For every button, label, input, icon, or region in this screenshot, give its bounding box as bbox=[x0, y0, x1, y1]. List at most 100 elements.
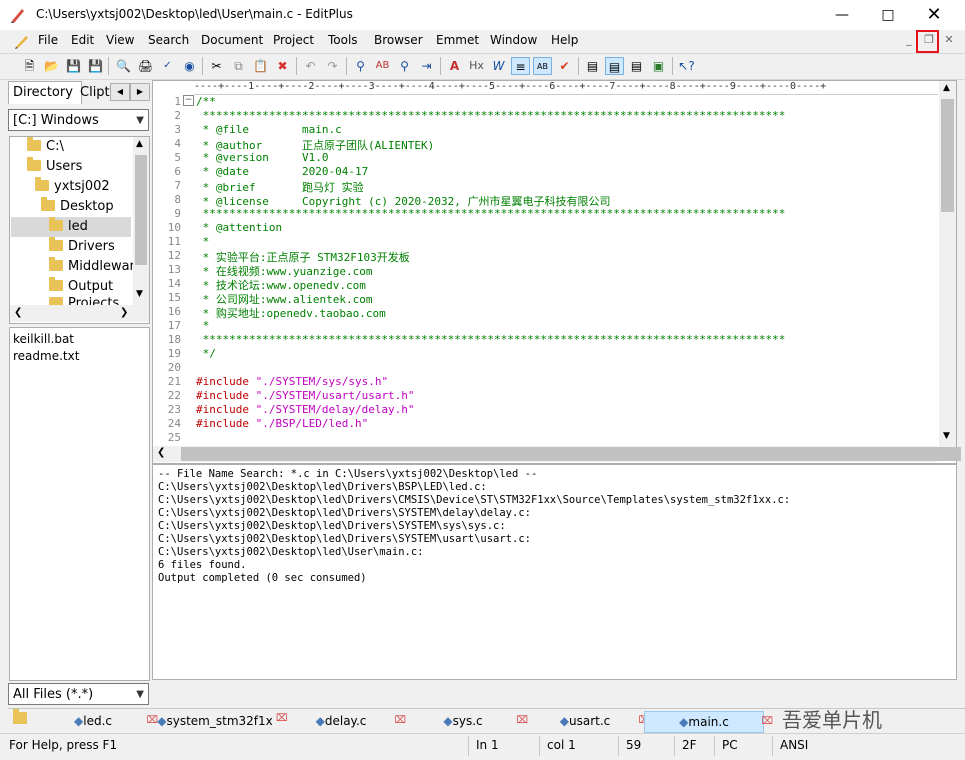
print-preview-icon[interactable]: 🔍 bbox=[114, 57, 133, 75]
redo-icon[interactable]: ↷ bbox=[323, 57, 342, 75]
editor-vscroll[interactable]: ▲ ▼ bbox=[939, 81, 956, 461]
status-line: In 1 bbox=[476, 738, 499, 752]
tab-scroll-left-icon[interactable]: ◀ bbox=[110, 83, 130, 101]
menu-help[interactable]: Help bbox=[551, 33, 578, 47]
file-list[interactable]: keilkill.bat readme.txt bbox=[9, 327, 150, 681]
save-all-icon[interactable]: 💾 bbox=[86, 57, 105, 75]
chevron-up-icon[interactable]: ▲ bbox=[943, 83, 950, 93]
print-icon[interactable]: 🖨 bbox=[136, 57, 155, 75]
chevron-up-icon[interactable]: ▲ bbox=[136, 139, 143, 149]
status-bar: For Help, press F1 In 1 col 1 59 2F PC A… bbox=[0, 733, 965, 760]
close-icon[interactable]: ⌧ bbox=[394, 711, 406, 731]
tab-directory[interactable]: Directory bbox=[8, 81, 82, 104]
list-item[interactable]: readme.txt bbox=[13, 349, 79, 363]
close-icon[interactable]: ⌧ bbox=[516, 711, 528, 731]
menu-file[interactable]: File bbox=[38, 33, 58, 47]
help-pointer-icon[interactable]: ↖? bbox=[677, 57, 696, 75]
tree-hscroll[interactable]: ❮ ❯ bbox=[10, 305, 149, 322]
fullscreen-icon[interactable]: ▣ bbox=[649, 57, 668, 75]
save-icon[interactable]: 💾 bbox=[64, 57, 83, 75]
output-line: C:\Users\yxtsj002\Desktop\led\Drivers\CM… bbox=[158, 494, 791, 506]
folder-open-icon bbox=[27, 137, 41, 151]
cut-icon[interactable]: ✂ bbox=[207, 57, 226, 75]
line-number: 3 bbox=[174, 123, 181, 136]
tree-item-c[interactable]: C:\ bbox=[27, 137, 64, 157]
ruler-icon[interactable]: AB bbox=[533, 57, 552, 75]
list-item[interactable]: keilkill.bat bbox=[13, 332, 74, 346]
spell-checkmark-icon[interactable]: ✔ bbox=[555, 57, 574, 75]
find-icon[interactable]: ⚲ bbox=[351, 57, 370, 75]
toolbar-separator bbox=[346, 57, 347, 75]
maximize-button[interactable]: □ bbox=[865, 0, 911, 30]
tree-item-middlewares[interactable]: Middlewar bbox=[49, 257, 135, 277]
tab-scroll-right-icon[interactable]: ▶ bbox=[130, 83, 150, 101]
browser-preview-icon[interactable]: ◉ bbox=[180, 57, 199, 75]
menu-document[interactable]: Document bbox=[201, 33, 263, 47]
tree-vscroll[interactable]: ▲ ▼ bbox=[133, 137, 149, 305]
close-icon[interactable]: ⌧ bbox=[761, 712, 773, 732]
delete-icon[interactable]: ✖ bbox=[273, 57, 292, 75]
font-icon[interactable]: A bbox=[445, 57, 464, 75]
preprocessor-directive: #include bbox=[196, 375, 249, 388]
tab-delay-c[interactable]: ◆delay.c ⌧ bbox=[286, 711, 406, 731]
menu-tools[interactable]: Tools bbox=[328, 33, 358, 47]
fold-collapse-icon[interactable]: − bbox=[183, 95, 194, 106]
drive-select[interactable]: [C:] Windows ▼ bbox=[8, 109, 149, 131]
chevron-down-icon[interactable]: ▼ bbox=[136, 289, 143, 299]
editor-hscroll-thumb[interactable] bbox=[181, 447, 961, 461]
status-help: For Help, press F1 bbox=[9, 738, 118, 752]
new-file-icon[interactable]: 🗎 bbox=[20, 57, 39, 75]
menu-search[interactable]: Search bbox=[148, 33, 189, 47]
menu-browser[interactable]: Browser bbox=[374, 33, 423, 47]
close-button[interactable]: ✕ bbox=[911, 0, 957, 30]
directory-tree[interactable]: C:\ Users yxtsj002 Desktop led Drivers M… bbox=[9, 136, 150, 324]
undo-icon[interactable]: ↶ bbox=[301, 57, 320, 75]
chevron-down-icon[interactable]: ▼ bbox=[943, 431, 950, 441]
chevron-right-icon[interactable]: ❯ bbox=[120, 307, 128, 318]
directory-window-icon[interactable]: ▤ bbox=[583, 57, 602, 75]
tree-item-users[interactable]: Users bbox=[27, 157, 82, 177]
tree-item-yxtsj002[interactable]: yxtsj002 bbox=[35, 177, 110, 197]
line-number: 23 bbox=[167, 403, 181, 416]
tab-led-c[interactable]: ◆led.c ⌧ bbox=[38, 711, 158, 731]
status-separator bbox=[539, 736, 540, 756]
tab-cliptext[interactable]: Clipt bbox=[76, 82, 114, 104]
tab-system-stm32f1xx-c[interactable]: ◆system_stm32f1x bbox=[156, 711, 274, 731]
doc-close-button[interactable]: ✕ bbox=[940, 33, 958, 49]
tab-usart-c[interactable]: ◆usart.c⌧ bbox=[530, 711, 650, 731]
chevron-left-icon[interactable]: ❮ bbox=[157, 447, 165, 458]
tree-item-led[interactable]: led bbox=[11, 217, 131, 237]
spell-check-icon[interactable]: ✓ bbox=[158, 57, 177, 75]
minimize-button[interactable]: — bbox=[819, 0, 865, 30]
line-number-icon[interactable]: ≡ bbox=[511, 57, 530, 75]
menu-project[interactable]: Project bbox=[273, 33, 314, 47]
editor-hscroll[interactable]: ❮ bbox=[153, 446, 961, 462]
cliptext-window-icon[interactable]: ▤ bbox=[605, 57, 624, 75]
find-in-files-icon[interactable]: ⚲ bbox=[395, 57, 414, 75]
editor-vscroll-thumb[interactable] bbox=[941, 99, 954, 212]
toolbar-separator bbox=[440, 57, 441, 75]
tree-item-desktop[interactable]: Desktop bbox=[41, 197, 114, 217]
tab-main-c[interactable]: ◆main.c ⌧ bbox=[644, 711, 773, 733]
hex-view-icon[interactable]: Hx bbox=[467, 57, 486, 75]
output-window[interactable]: -- File Name Search: *.c in C:\Users\yxt… bbox=[152, 464, 957, 680]
tree-vscroll-thumb[interactable] bbox=[135, 155, 147, 265]
menu-emmet[interactable]: Emmet bbox=[436, 33, 479, 47]
file-filter-select[interactable]: All Files (*.*) ▼ bbox=[8, 683, 149, 705]
chevron-left-icon[interactable]: ❮ bbox=[14, 307, 22, 318]
menu-edit[interactable]: Edit bbox=[71, 33, 94, 47]
output-window-icon[interactable]: ▤ bbox=[627, 57, 646, 75]
code-line: * @attention bbox=[196, 221, 282, 234]
menu-window[interactable]: Window bbox=[490, 33, 537, 47]
tree-item-output[interactable]: Output bbox=[49, 277, 113, 297]
diamond-icon: ◆ bbox=[315, 714, 325, 728]
open-folder-icon[interactable]: 📂 bbox=[42, 57, 61, 75]
word-wrap-icon[interactable]: W bbox=[489, 57, 508, 75]
tree-item-drivers[interactable]: Drivers bbox=[49, 237, 115, 257]
goto-line-icon[interactable]: ⇥ bbox=[417, 57, 436, 75]
menu-view[interactable]: View bbox=[106, 33, 134, 47]
tab-sys-c[interactable]: ◆sys.c ⌧ bbox=[408, 711, 528, 731]
replace-icon[interactable]: AB bbox=[373, 57, 392, 75]
paste-icon[interactable]: 📋 bbox=[251, 57, 270, 75]
copy-icon[interactable]: ⧉ bbox=[229, 57, 248, 75]
